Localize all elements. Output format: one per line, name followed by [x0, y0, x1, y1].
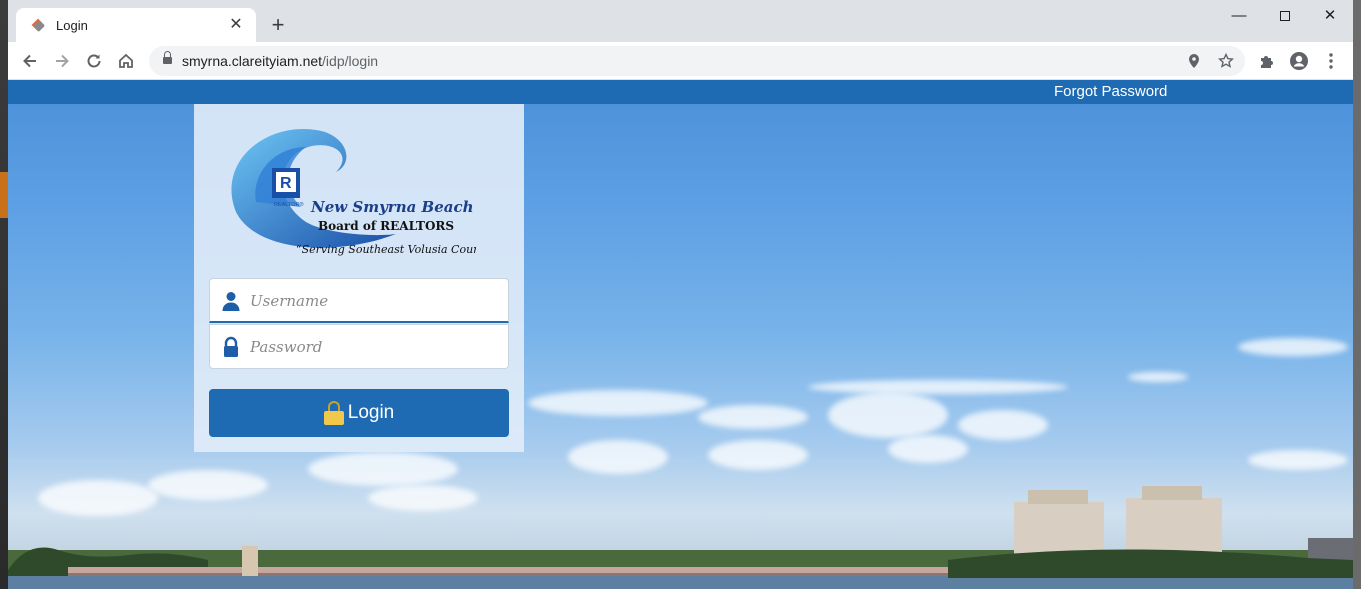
- svg-text:“Serving Southeast Volusia Cou: “Serving Southeast Volusia County”: [296, 243, 476, 256]
- login-panel: R REALTOR® New Smyrna Beach Board of REA…: [194, 104, 524, 452]
- profile-button[interactable]: [1285, 47, 1313, 75]
- forward-arrow-icon: [56, 54, 69, 68]
- cloud: [698, 405, 808, 429]
- svg-text:Board of REALTORS: Board of REALTORS: [318, 219, 454, 233]
- login-button[interactable]: Login: [209, 389, 509, 437]
- maximize-icon: [1280, 11, 1290, 22]
- forgot-password-link[interactable]: Forgot Password: [1054, 83, 1167, 100]
- cloud: [888, 435, 968, 463]
- url-text: smyrna.clareityiam.net/idp/login: [182, 53, 378, 69]
- username-input[interactable]: [250, 279, 500, 322]
- home-button[interactable]: [112, 47, 140, 75]
- bookmark-star-icon[interactable]: [1215, 50, 1237, 72]
- cloud: [1128, 372, 1188, 382]
- maximize-button[interactable]: [1262, 2, 1308, 30]
- close-window-button[interactable]: ✕: [1307, 2, 1353, 30]
- cloud: [1248, 450, 1348, 470]
- cloud: [828, 392, 948, 438]
- tab-close-icon[interactable]: ✕: [226, 15, 246, 35]
- browser-window: Login ✕ + — ✕ smyrna.clareityiam.net/idp…: [8, 0, 1353, 589]
- cloud: [708, 440, 808, 470]
- reload-icon: [87, 54, 101, 68]
- back-arrow-icon: [23, 54, 36, 68]
- menu-button[interactable]: [1317, 47, 1345, 75]
- tab-title: Login: [56, 17, 88, 33]
- home-icon: [119, 53, 133, 68]
- minimize-button[interactable]: —: [1216, 2, 1262, 30]
- cloud: [1238, 338, 1348, 356]
- svg-text:New Smyrna Beach: New Smyrna Beach: [310, 198, 474, 216]
- password-field[interactable]: [209, 324, 509, 369]
- tab-login[interactable]: Login ✕: [16, 8, 256, 42]
- nsb-board-of-realtors-logo: R REALTOR® New Smyrna Beach Board of REA…: [231, 128, 476, 256]
- url-path: /idp/login: [322, 53, 379, 69]
- url-host: smyrna.clareityiam.net: [182, 53, 323, 69]
- extensions-button[interactable]: [1253, 47, 1281, 75]
- waterfront-skyline: [8, 486, 1353, 589]
- reload-button[interactable]: [80, 47, 108, 75]
- desktop-left-edge: [0, 0, 8, 589]
- cloud: [958, 410, 1048, 440]
- login-button-label: Login: [347, 402, 395, 423]
- tab-strip: Login ✕ + — ✕: [8, 0, 1353, 42]
- address-bar[interactable]: smyrna.clareityiam.net/idp/login: [149, 46, 1245, 76]
- cloud: [568, 440, 668, 474]
- top-nav-bar: Forgot Password: [8, 80, 1353, 104]
- puzzle-icon: [1261, 56, 1273, 68]
- cloud: [528, 390, 708, 416]
- lock-icon: [163, 51, 172, 66]
- location-pin-icon[interactable]: [1183, 50, 1205, 72]
- kebab-menu-icon: [1329, 53, 1333, 69]
- site-favicon-icon: [30, 17, 46, 33]
- desktop-right-edge: [1353, 0, 1361, 589]
- user-icon: [222, 292, 240, 311]
- username-field[interactable]: [209, 278, 509, 323]
- account-icon: [1290, 52, 1308, 70]
- svg-text:R: R: [280, 175, 292, 192]
- forward-button[interactable]: [48, 47, 76, 75]
- page-content: Forgot Password R REALTOR® New Smyrna Be…: [8, 80, 1353, 589]
- lock-icon: [224, 336, 238, 357]
- desktop-window-strip: [0, 172, 8, 218]
- svg-text:REALTOR®: REALTOR®: [274, 201, 304, 208]
- password-input[interactable]: [250, 325, 500, 368]
- back-button[interactable]: [16, 47, 44, 75]
- browser-toolbar: smyrna.clareityiam.net/idp/login: [8, 42, 1353, 80]
- cloud: [808, 380, 1068, 394]
- new-tab-button[interactable]: +: [266, 14, 290, 38]
- padlock-icon: [323, 401, 344, 425]
